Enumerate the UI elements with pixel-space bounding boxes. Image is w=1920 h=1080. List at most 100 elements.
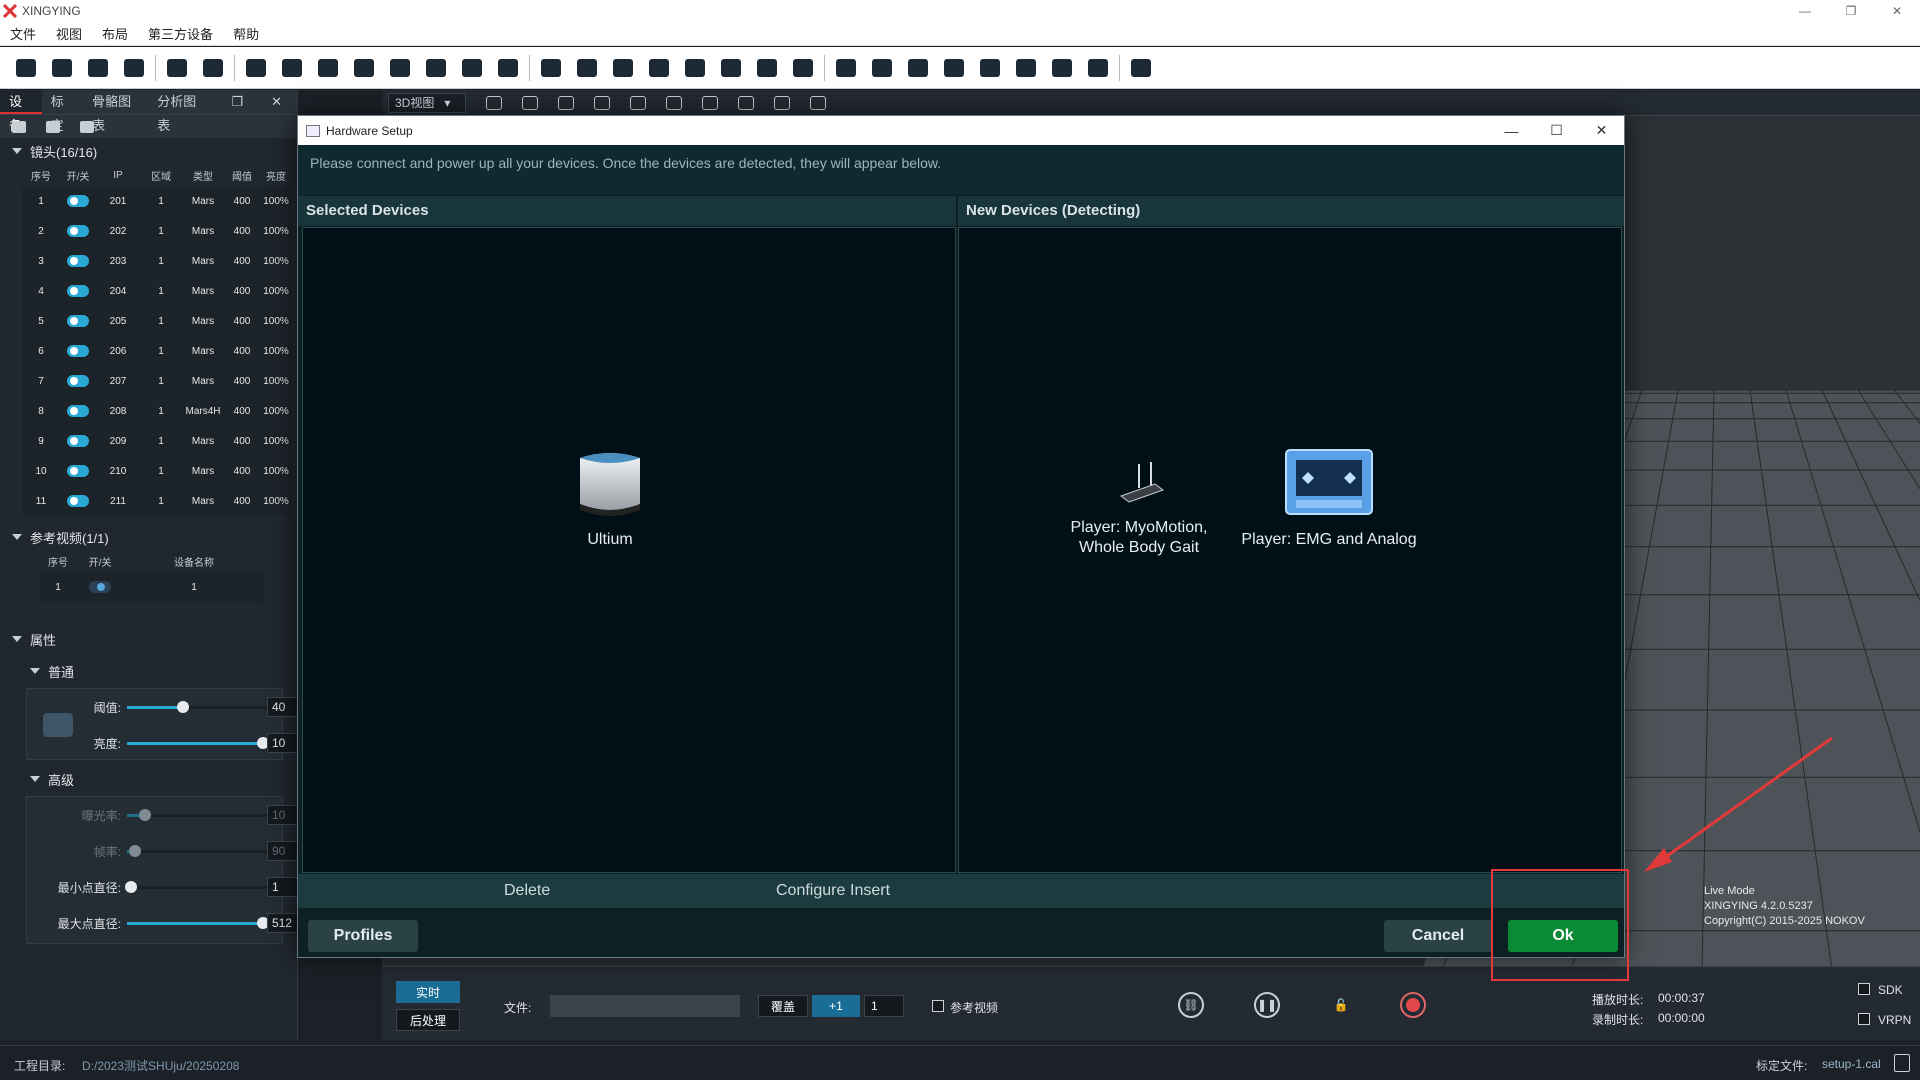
file-search-icon[interactable]	[1894, 1054, 1910, 1072]
layout-4-icon[interactable]	[641, 52, 677, 84]
new-devices-panel[interactable]: Player: MyoMotion, Whole Body Gait Playe…	[958, 227, 1622, 873]
save-icon[interactable]	[80, 52, 116, 84]
fit-icon[interactable]	[274, 52, 310, 84]
tab-skeleton-chart[interactable]: 骨骼图表	[83, 90, 148, 133]
hide-icon[interactable]	[159, 52, 195, 84]
increment-button[interactable]: +1	[812, 995, 860, 1017]
view-top-icon[interactable]	[630, 95, 646, 110]
file-name-input[interactable]	[550, 995, 740, 1017]
device-emg-analog[interactable]: Player: EMG and Analog	[1229, 444, 1429, 550]
tab-analysis-chart[interactable]: 分析图表	[148, 90, 213, 133]
delete-button[interactable]: Delete	[504, 882, 550, 900]
gear-icon[interactable]	[490, 52, 526, 84]
ref-video-toggle[interactable]	[89, 581, 111, 593]
calibration-file[interactable]: setup-1.cal	[1822, 1057, 1881, 1071]
dialog-close-icon[interactable]: ✕	[1579, 116, 1624, 145]
view-select[interactable]: 3D视图 ▾	[388, 92, 466, 113]
menu-help[interactable]: 帮助	[223, 24, 269, 43]
brightness-slider[interactable]	[127, 736, 269, 749]
view-3d-icon[interactable]	[900, 52, 936, 84]
overwrite-button[interactable]: 覆盖	[758, 995, 808, 1017]
dialog-maximize-icon[interactable]: ☐	[1534, 116, 1579, 145]
layout-8-icon[interactable]	[785, 52, 821, 84]
menu-file[interactable]: 文件	[0, 24, 46, 43]
camera-device-icon[interactable]	[12, 120, 26, 133]
device-ultium[interactable]: Ultium	[535, 444, 685, 550]
table-row[interactable]: 11 211 1 Mars 400 100%	[22, 486, 292, 516]
ref-video-section-header[interactable]: 参考视频(1/1)	[0, 524, 297, 550]
book-icon[interactable]	[80, 120, 94, 133]
tab-devices[interactable]: 设备	[0, 90, 42, 133]
sdk-checkbox[interactable]	[1858, 983, 1870, 995]
view-2d-icon[interactable]	[864, 52, 900, 84]
take-number-stepper[interactable]: 1	[864, 995, 904, 1017]
layout-2-icon[interactable]	[569, 52, 605, 84]
view-bottom-icon[interactable]	[666, 95, 682, 110]
layout-7-icon[interactable]	[749, 52, 785, 84]
table-row[interactable]: 8 208 1 Mars4H 400 100%	[22, 396, 292, 426]
table-row[interactable]: 2 202 1 Mars 400 100%	[22, 216, 292, 246]
exposure-slider[interactable]	[127, 808, 267, 821]
table-row[interactable]: 1 1	[40, 572, 264, 602]
view-right-icon[interactable]	[594, 95, 610, 110]
table-row[interactable]: 10 210 1 Mars 400 100%	[22, 456, 292, 486]
selected-devices-panel[interactable]: Ultium	[302, 227, 956, 873]
layout-1-icon[interactable]	[533, 52, 569, 84]
record-icon[interactable]	[1400, 992, 1426, 1018]
camera-toggle[interactable]	[67, 195, 89, 207]
camera-toggle[interactable]	[67, 285, 89, 297]
restore-icon[interactable]: ❐	[1828, 0, 1874, 22]
video-device-icon[interactable]	[46, 120, 60, 133]
dialog-minimize-icon[interactable]: —	[1489, 116, 1534, 145]
minimize-icon[interactable]: —	[1782, 0, 1828, 22]
open-folder-icon[interactable]	[8, 52, 44, 84]
camera-toggle[interactable]	[67, 495, 89, 507]
camera-icon[interactable]	[238, 52, 274, 84]
float-panel-icon[interactable]: ❐	[222, 90, 252, 114]
view-left-icon[interactable]	[558, 95, 574, 110]
rotate-icon[interactable]	[702, 95, 718, 110]
save-as-icon[interactable]	[116, 52, 152, 84]
camera-toggle[interactable]	[67, 435, 89, 447]
table-row[interactable]: 5 205 1 Mars 400 100%	[22, 306, 292, 336]
table-row[interactable]: 7 207 1 Mars 400 100%	[22, 366, 292, 396]
export-icon[interactable]	[1080, 52, 1116, 84]
properties-section-header[interactable]: 属性	[0, 626, 297, 652]
edit-icon[interactable]	[44, 52, 80, 84]
general-section-header[interactable]: 普通	[0, 658, 297, 684]
camera-toggle[interactable]	[67, 405, 89, 417]
tab-calibration[interactable]: 标定	[42, 90, 84, 133]
link-icon[interactable]: ⛓	[1178, 992, 1204, 1018]
threshold-slider[interactable]	[127, 700, 267, 713]
project-path[interactable]: D:/2023测试SHUju/20250208	[82, 1057, 239, 1074]
device-myomotion[interactable]: Player: MyoMotion, Whole Body Gait	[1069, 452, 1209, 558]
layout-3-icon[interactable]	[605, 52, 641, 84]
gauge-icon[interactable]	[936, 52, 972, 84]
video-icon[interactable]	[346, 52, 382, 84]
cameras-section-header[interactable]: 镜头(16/16)	[0, 138, 297, 164]
device-icon[interactable]	[195, 52, 231, 84]
camera-toggle[interactable]	[67, 375, 89, 387]
insert-button[interactable]: Insert	[850, 882, 890, 900]
menu-view[interactable]: 视图	[46, 24, 92, 43]
camera-toggle[interactable]	[67, 315, 89, 327]
analysis-icon[interactable]	[1123, 52, 1159, 84]
advanced-section-header[interactable]: 高级	[0, 766, 297, 792]
info-icon[interactable]	[738, 95, 754, 110]
menu-third-party[interactable]: 第三方设备	[138, 24, 223, 43]
ref-video-checkbox[interactable]	[932, 1000, 944, 1012]
post-process-button[interactable]: 后处理	[396, 1009, 460, 1031]
close-panel-icon[interactable]: ✕	[262, 90, 291, 114]
cancel-button[interactable]: Cancel	[1384, 920, 1492, 952]
menu-layout[interactable]: 布局	[92, 24, 138, 43]
refresh-icon[interactable]	[382, 52, 418, 84]
pause-icon[interactable]: ❚❚	[1254, 992, 1280, 1018]
vm-icon[interactable]	[1044, 52, 1080, 84]
table-row[interactable]: 6 206 1 Mars 400 100%	[22, 336, 292, 366]
camera-toggle[interactable]	[67, 465, 89, 477]
chart-icon[interactable]	[1008, 52, 1044, 84]
unlock-icon[interactable]: 🔓	[1328, 992, 1354, 1018]
min-dot-slider[interactable]	[125, 880, 267, 893]
view-back-icon[interactable]	[522, 95, 538, 110]
ruler-icon[interactable]	[310, 52, 346, 84]
